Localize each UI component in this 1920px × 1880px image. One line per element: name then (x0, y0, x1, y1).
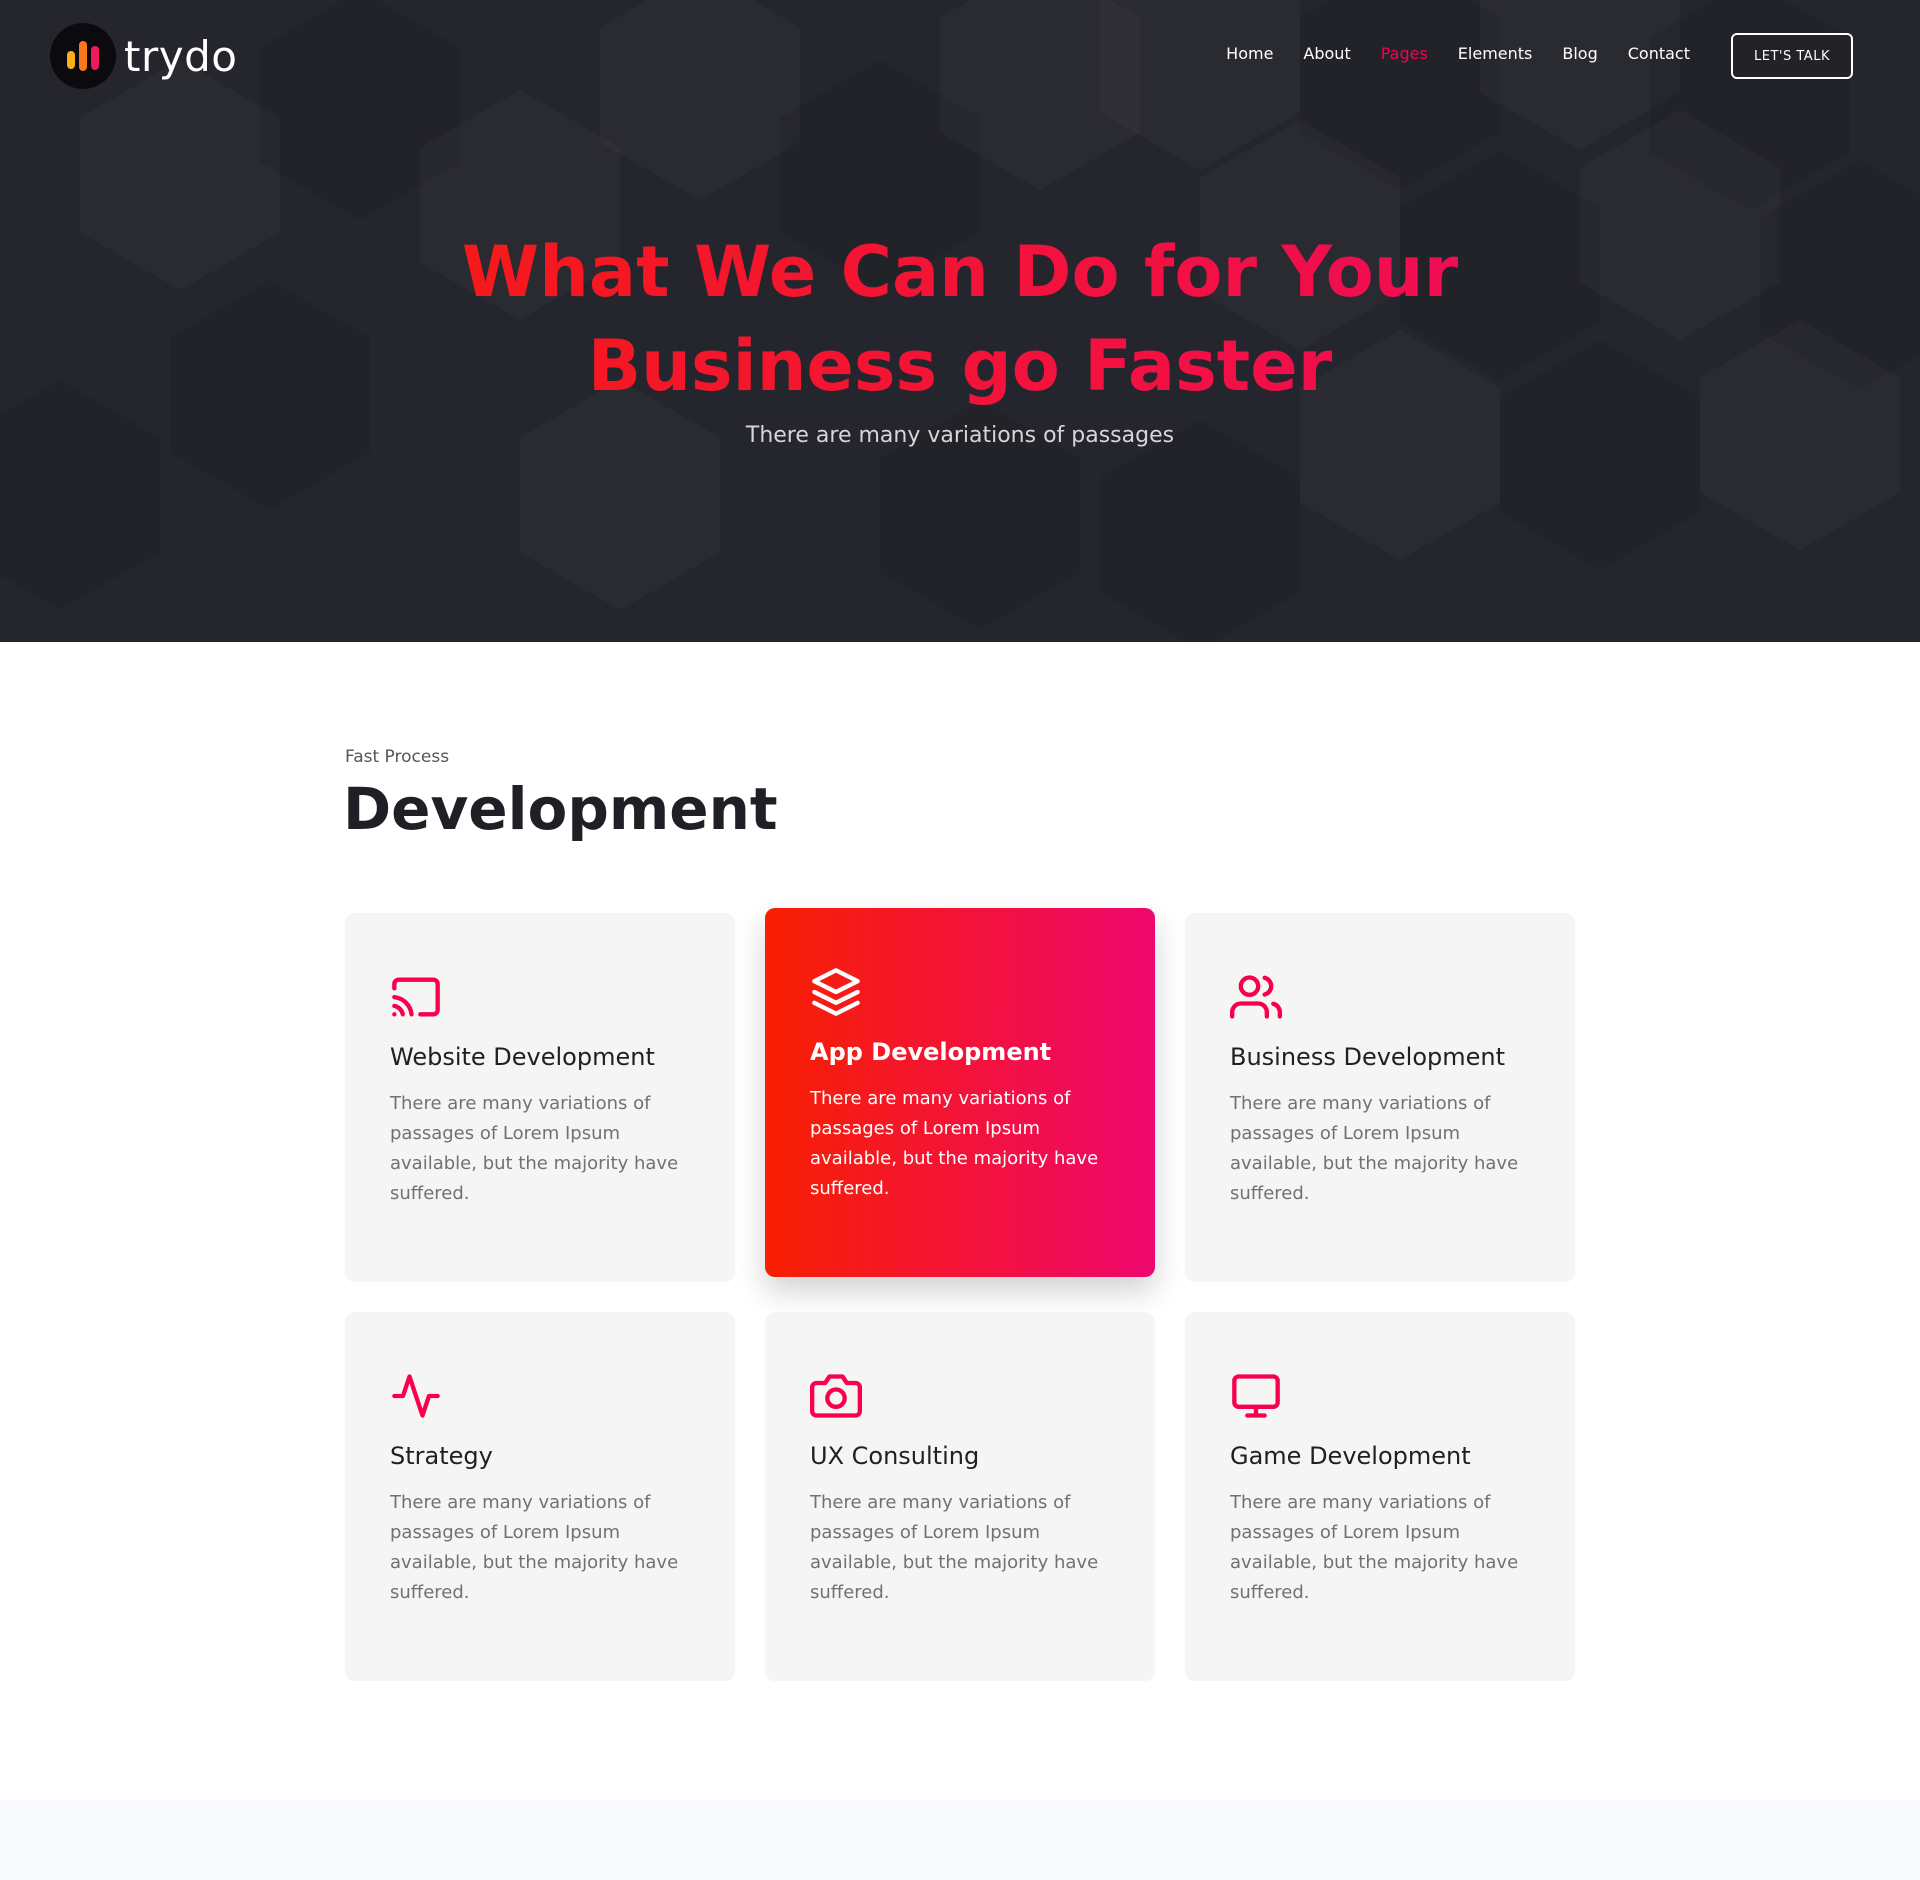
card-description: There are many variations of passages of… (810, 1492, 1099, 1603)
card-title: UX Consulting (810, 1442, 980, 1470)
service-card-strategy[interactable]: Strategy There are many variations of pa… (345, 1312, 735, 1681)
card-title: Game Development (1230, 1442, 1471, 1470)
site-header: trydo Home About Pages Elements Blog Con… (0, 0, 1920, 110)
hex-decoration (1100, 420, 1300, 642)
card-title: App Development (810, 1038, 1052, 1066)
hex-decoration (0, 380, 160, 610)
service-card-app-development[interactable]: App Development There are many variation… (765, 908, 1155, 1277)
card-description: There are many variations of passages of… (1230, 1492, 1519, 1603)
monitor-icon (1230, 1370, 1282, 1422)
hero-title-line1: What We Can Do for Your (461, 231, 1459, 313)
service-card-ux-consulting[interactable]: UX Consulting There are many variations … (765, 1312, 1155, 1681)
nav-item-contact[interactable]: Contact (1628, 44, 1690, 63)
hero-title: What We Can Do for Your Business go Fast… (0, 225, 1920, 413)
card-description: There are many variations of passages of… (810, 1088, 1099, 1199)
users-icon (1230, 971, 1282, 1023)
nav-item-home[interactable]: Home (1226, 44, 1273, 63)
cast-icon (390, 971, 442, 1023)
service-card-website-development[interactable]: Website Development There are many varia… (345, 913, 735, 1282)
camera-icon (810, 1370, 862, 1422)
nav-item-elements[interactable]: Elements (1458, 44, 1533, 63)
nav-item-pages[interactable]: Pages (1381, 44, 1428, 63)
hero-title-line2: Business go Faster (587, 325, 1333, 407)
lets-talk-button[interactable]: LET'S TALK (1731, 33, 1853, 79)
nav-item-blog[interactable]: Blog (1562, 44, 1597, 63)
hex-decoration (520, 380, 720, 610)
card-title: Business Development (1230, 1043, 1506, 1071)
card-description: There are many variations of passages of… (390, 1093, 679, 1204)
layers-icon (810, 966, 862, 1018)
next-section-strip (0, 1800, 1920, 1880)
card-title: Strategy (390, 1442, 493, 1470)
hero-section: trydo Home About Pages Elements Blog Con… (0, 0, 1920, 642)
logo-text: trydo (124, 31, 238, 81)
section-subtitle: Fast Process (345, 747, 450, 767)
main-nav: Home About Pages Elements Blog Contact (1226, 44, 1690, 63)
card-title: Website Development (390, 1043, 655, 1071)
logo-icon (50, 23, 116, 89)
service-card-business-development[interactable]: Business Development There are many vari… (1185, 913, 1575, 1282)
activity-icon (390, 1370, 442, 1422)
card-description: There are many variations of passages of… (1230, 1093, 1519, 1204)
card-description: There are many variations of passages of… (390, 1492, 679, 1603)
section-title: Development (343, 775, 778, 843)
logo[interactable]: trydo (50, 23, 237, 89)
service-card-game-development[interactable]: Game Development There are many variatio… (1185, 1312, 1575, 1681)
hero-subtitle: There are many variations of passages (745, 423, 1175, 448)
nav-item-about[interactable]: About (1303, 44, 1350, 63)
